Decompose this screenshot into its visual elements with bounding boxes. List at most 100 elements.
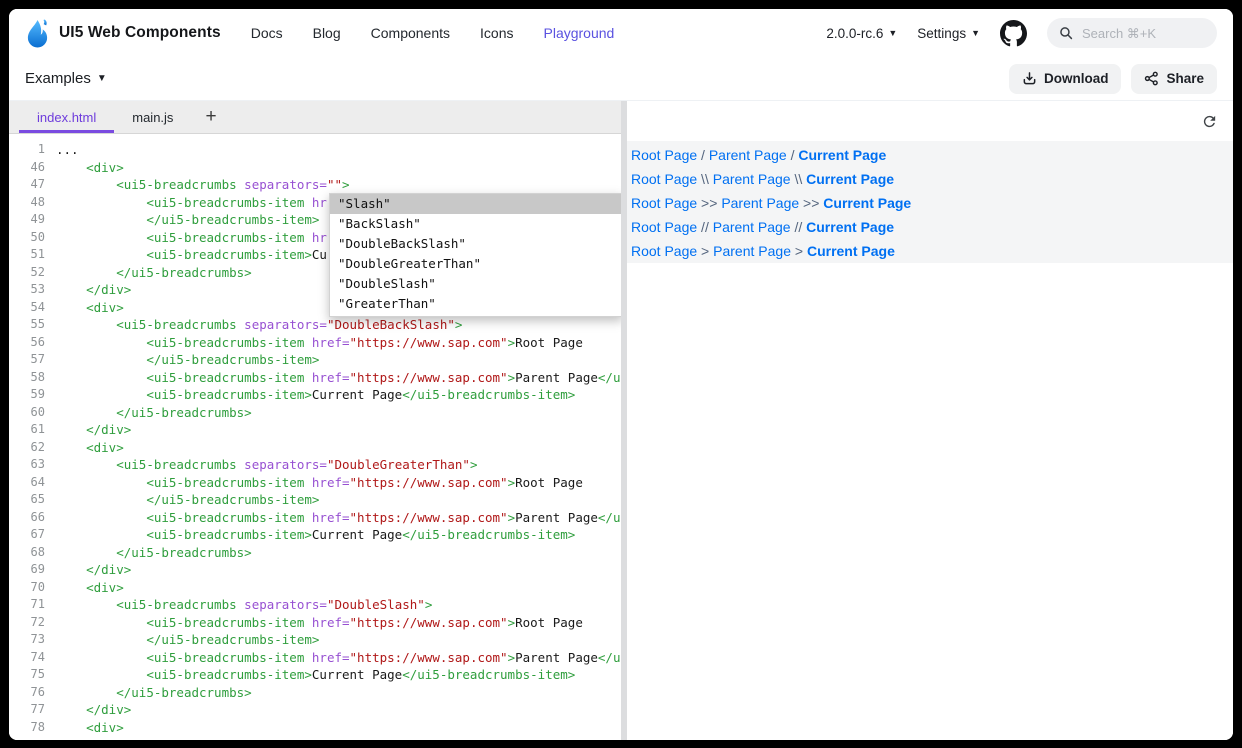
breadcrumb-link[interactable]: Root Page bbox=[631, 219, 697, 235]
github-link[interactable] bbox=[1000, 20, 1027, 47]
chevron-down-icon: ▼ bbox=[97, 74, 107, 84]
nav-item-playground[interactable]: Playground bbox=[544, 25, 615, 41]
breadcrumb-link[interactable]: Parent Page bbox=[713, 171, 791, 187]
breadcrumb-separator: \\ bbox=[697, 171, 713, 187]
search-icon bbox=[1059, 26, 1073, 40]
breadcrumb-separator: \\ bbox=[791, 171, 807, 187]
code-text: <ui5-breadcrumbs separators="DoubleSlash… bbox=[56, 596, 432, 614]
autocomplete-item[interactable]: "GreaterThan" bbox=[330, 294, 621, 314]
autocomplete-item[interactable]: "DoubleBackSlash" bbox=[330, 234, 621, 254]
code-text: <ui5-breadcrumbs-item href="https://www.… bbox=[56, 509, 621, 527]
code-line: 57 </ui5-breadcrumbs-item> bbox=[9, 351, 621, 369]
chevron-down-icon: ▼ bbox=[971, 29, 980, 38]
code-text: <ui5-breadcrumbs-item href="https://www.… bbox=[56, 474, 583, 492]
breadcrumb-link[interactable]: Root Page bbox=[631, 243, 697, 259]
breadcrumb-separator: > bbox=[791, 243, 807, 259]
share-button[interactable]: Share bbox=[1131, 64, 1217, 94]
tab-main-js[interactable]: main.js bbox=[114, 101, 191, 133]
line-number: 47 bbox=[9, 176, 45, 194]
breadcrumb-separator: // bbox=[697, 219, 713, 235]
code-line: 68 </ui5-breadcrumbs> bbox=[9, 544, 621, 562]
tab-index-html[interactable]: index.html bbox=[19, 101, 114, 133]
autocomplete-item[interactable]: "Slash" bbox=[330, 194, 621, 214]
breadcrumb-link[interactable]: Parent Page bbox=[713, 243, 791, 259]
line-number: 74 bbox=[9, 649, 45, 667]
breadcrumb-separator: > bbox=[697, 243, 713, 259]
line-number: 65 bbox=[9, 491, 45, 509]
breadcrumb-link[interactable]: Root Page bbox=[631, 171, 697, 187]
breadcrumb-separator: / bbox=[697, 147, 709, 163]
code-text: <ui5-breadcrumbs-item hr bbox=[56, 194, 327, 212]
autocomplete-item[interactable]: "BackSlash" bbox=[330, 214, 621, 234]
line-number: 1 bbox=[9, 141, 45, 159]
download-label: Download bbox=[1044, 71, 1109, 86]
code-line: 1... bbox=[9, 141, 621, 159]
code-text: <div> bbox=[56, 159, 124, 177]
share-icon bbox=[1144, 71, 1159, 86]
app-window: UI5 Web Components Docs Blog Components Ico… bbox=[9, 9, 1233, 740]
code-line: 70 <div> bbox=[9, 579, 621, 597]
code-text: <div> bbox=[56, 579, 124, 597]
code-text: <div> bbox=[56, 299, 124, 317]
line-number: 71 bbox=[9, 596, 45, 614]
breadcrumb-link[interactable]: Parent Page bbox=[709, 147, 787, 163]
code-line: 76 </ui5-breadcrumbs> bbox=[9, 684, 621, 702]
nav-item-icons[interactable]: Icons bbox=[480, 25, 513, 41]
code-text: </ui5-breadcrumbs-item> bbox=[56, 351, 319, 369]
refresh-button[interactable] bbox=[1197, 109, 1221, 133]
chevron-down-icon: ▼ bbox=[888, 29, 897, 38]
breadcrumb-separator: / bbox=[787, 147, 799, 163]
code-line: 77 </div> bbox=[9, 701, 621, 719]
line-number: 63 bbox=[9, 456, 45, 474]
breadcrumb-separator: // bbox=[791, 219, 807, 235]
version-dropdown[interactable]: 2.0.0-rc.6 ▼ bbox=[826, 26, 897, 41]
code-text: <ui5-breadcrumbs-item href="https://www.… bbox=[56, 334, 583, 352]
share-label: Share bbox=[1166, 71, 1204, 86]
line-number: 72 bbox=[9, 614, 45, 632]
breadcrumb-link[interactable]: Parent Page bbox=[713, 219, 791, 235]
breadcrumb-link[interactable]: Root Page bbox=[631, 147, 697, 163]
actions: Download Share bbox=[1009, 64, 1217, 94]
code-line: 55 <ui5-breadcrumbs separators="DoubleBa… bbox=[9, 316, 621, 334]
version-label: 2.0.0-rc.6 bbox=[826, 26, 883, 41]
code-text: ... bbox=[56, 141, 79, 159]
github-icon bbox=[1000, 20, 1027, 47]
code-text: </ui5-breadcrumbs-item> bbox=[56, 211, 319, 229]
autocomplete-item[interactable]: "DoubleSlash" bbox=[330, 274, 621, 294]
settings-label: Settings bbox=[917, 26, 966, 41]
autocomplete-dropdown: "Slash""BackSlash""DoubleBackSlash""Doub… bbox=[329, 193, 621, 317]
brand[interactable]: UI5 Web Components bbox=[25, 19, 221, 48]
ui5-logo-icon bbox=[25, 19, 50, 48]
search-input[interactable] bbox=[1080, 25, 1204, 42]
top-nav: UI5 Web Components Docs Blog Components Ico… bbox=[9, 9, 1233, 57]
autocomplete-item[interactable]: "DoubleGreaterThan" bbox=[330, 254, 621, 274]
settings-dropdown[interactable]: Settings ▼ bbox=[917, 26, 980, 41]
examples-dropdown[interactable]: Examples ▼ bbox=[25, 70, 107, 87]
code-text: <ui5-breadcrumbs-item>Current Page</ui5-… bbox=[56, 666, 575, 684]
breadcrumb-link[interactable]: Root Page bbox=[631, 195, 697, 211]
code-line: 47 <ui5-breadcrumbs separators=""> bbox=[9, 176, 621, 194]
code-text: </div> bbox=[56, 421, 131, 439]
code-text: <ui5-breadcrumbs-item href="https://www.… bbox=[56, 649, 621, 667]
line-number: 70 bbox=[9, 579, 45, 597]
search-box[interactable] bbox=[1047, 18, 1217, 48]
line-number: 48 bbox=[9, 194, 45, 212]
nav-item-blog[interactable]: Blog bbox=[313, 25, 341, 41]
add-tab-button[interactable]: + bbox=[191, 101, 230, 133]
download-button[interactable]: Download bbox=[1009, 64, 1122, 94]
code-line: 65 </ui5-breadcrumbs-item> bbox=[9, 491, 621, 509]
code-text: </ui5-breadcrumbs-item> bbox=[56, 491, 319, 509]
breadcrumb-current: Current Page bbox=[806, 171, 894, 187]
editor-pane: index.htmlmain.js+ 1...46 <div>47 <ui5-b… bbox=[9, 101, 621, 740]
line-number: 55 bbox=[9, 316, 45, 334]
line-number: 51 bbox=[9, 246, 45, 264]
line-number: 75 bbox=[9, 666, 45, 684]
code-text: <ui5-breadcrumbs separators=""> bbox=[56, 176, 350, 194]
breadcrumb-link[interactable]: Parent Page bbox=[721, 195, 799, 211]
line-number: 59 bbox=[9, 386, 45, 404]
code-line: 73 </ui5-breadcrumbs-item> bbox=[9, 631, 621, 649]
nav-item-docs[interactable]: Docs bbox=[251, 25, 283, 41]
nav-item-components[interactable]: Components bbox=[371, 25, 450, 41]
examples-label: Examples bbox=[25, 70, 91, 87]
code-line: 58 <ui5-breadcrumbs-item href="https://w… bbox=[9, 369, 621, 387]
